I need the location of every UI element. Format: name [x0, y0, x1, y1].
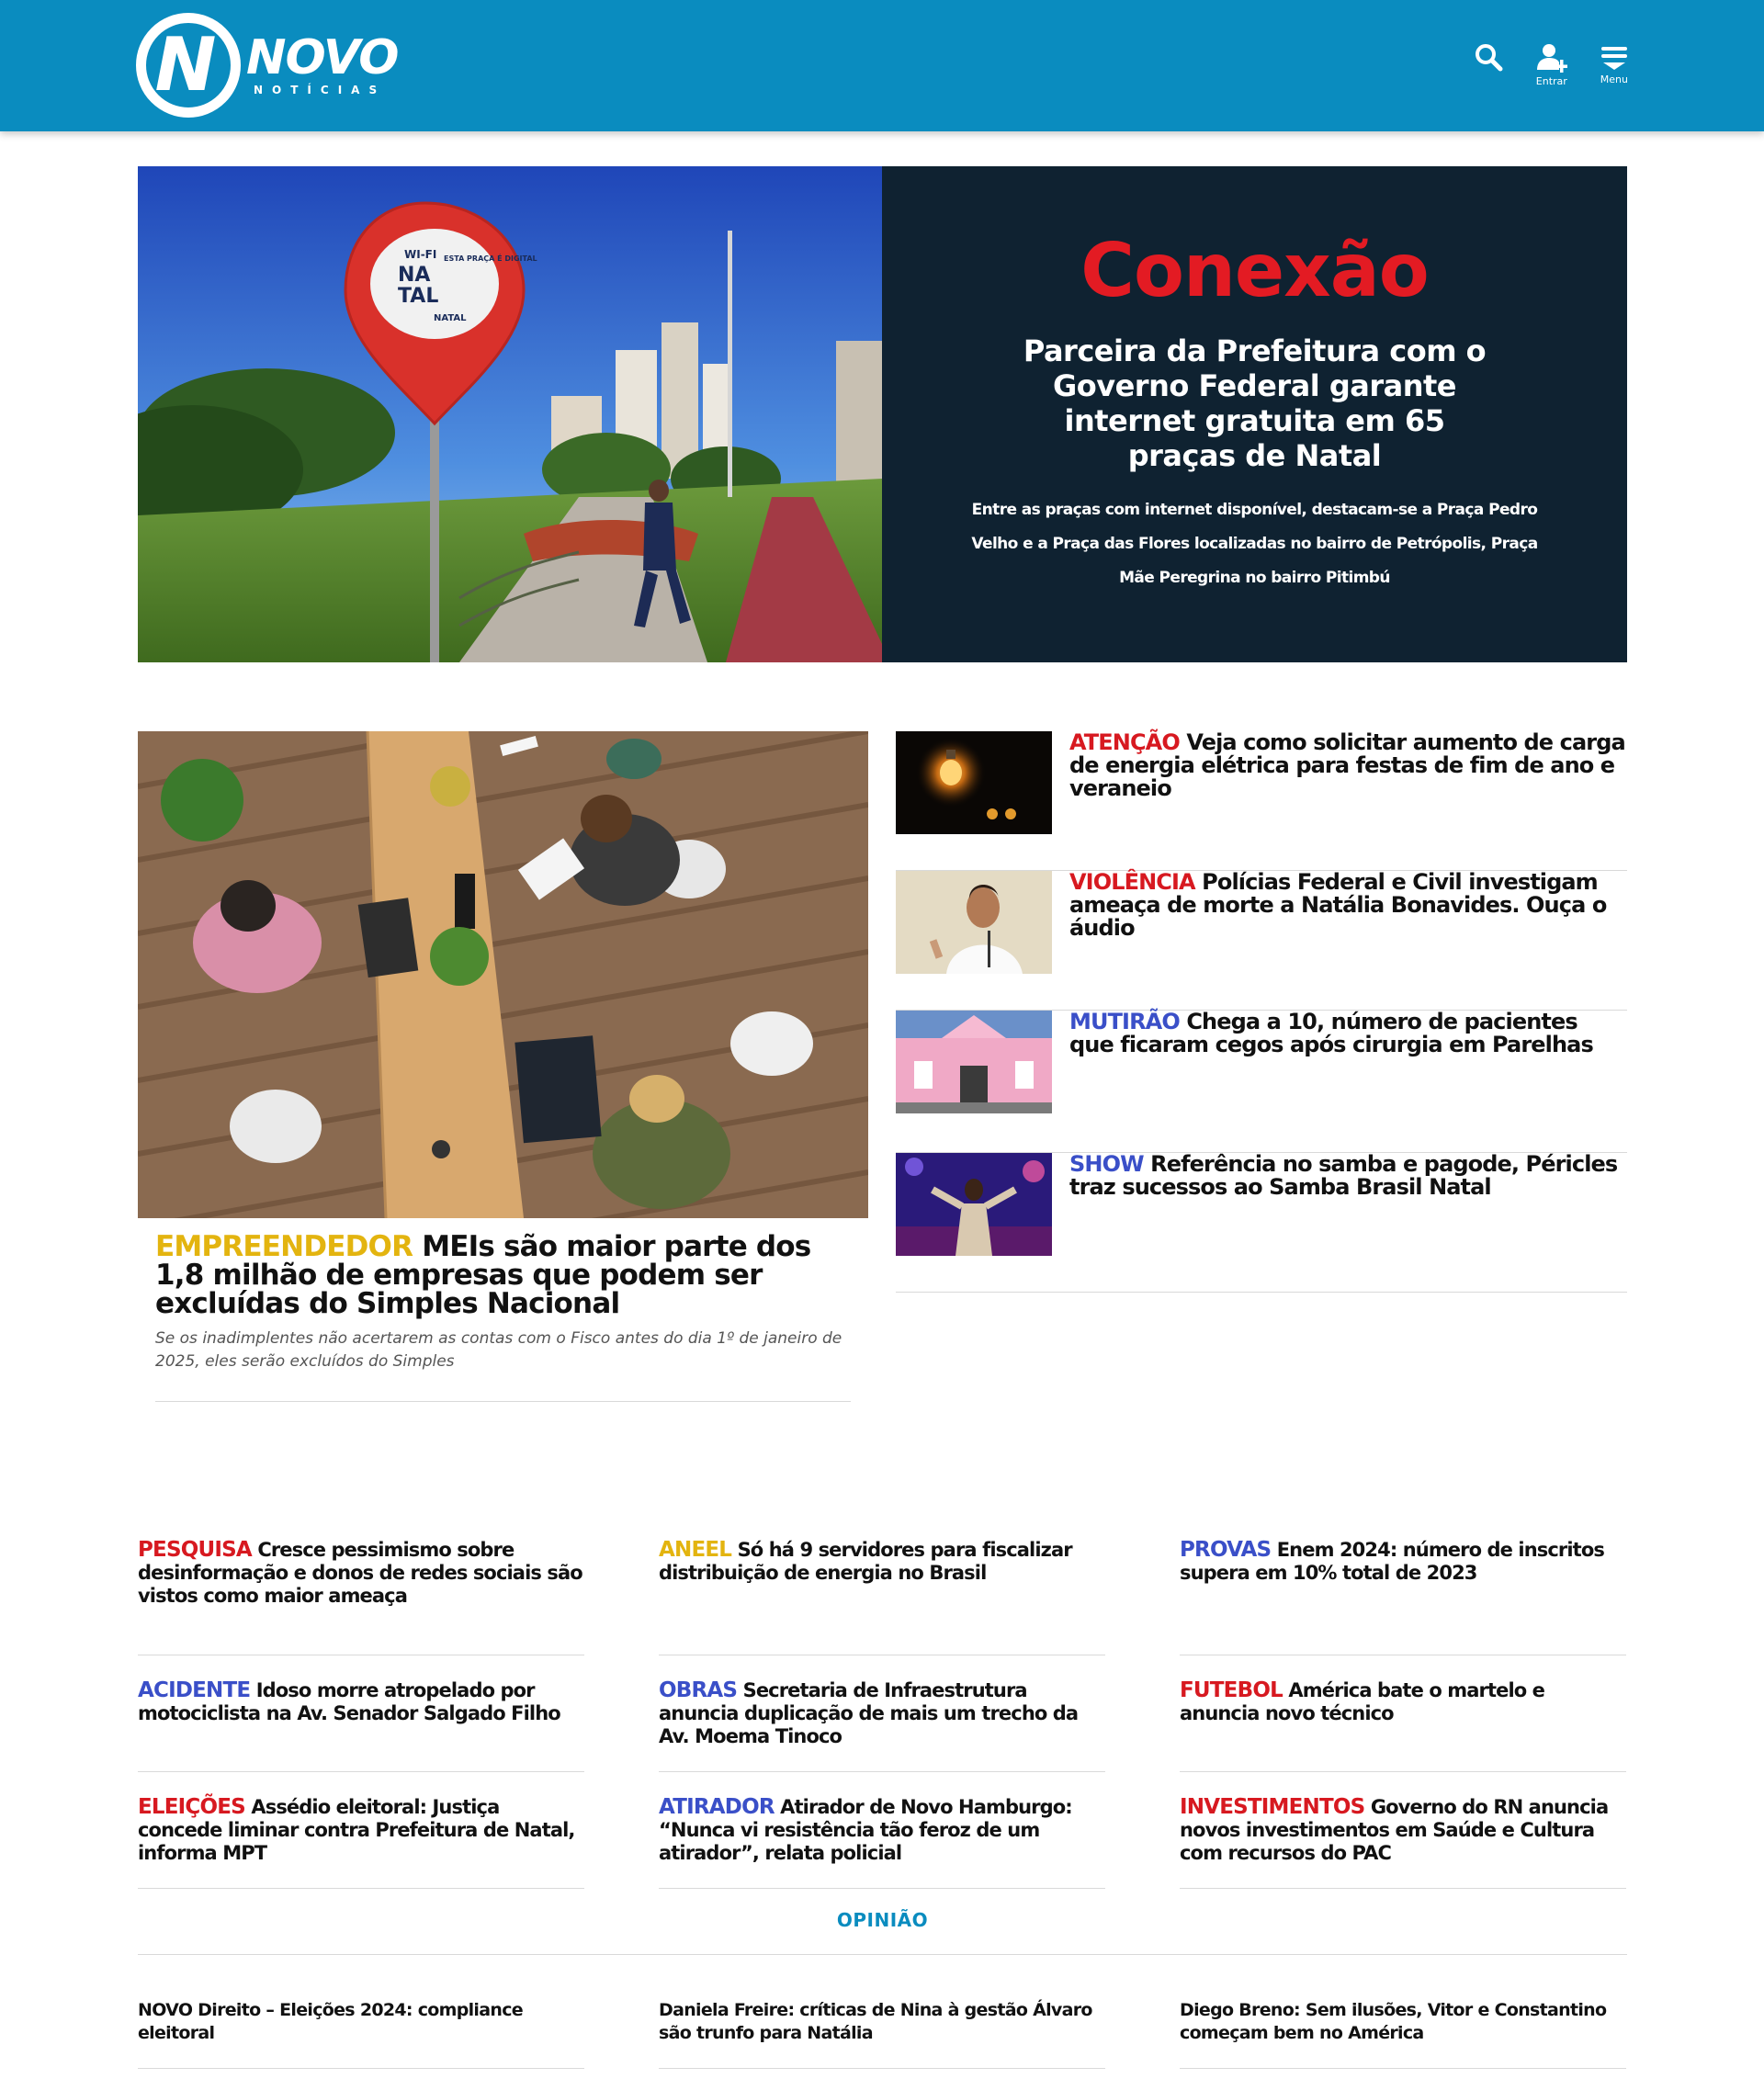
grid-news-item[interactable]: INVESTIMENTOS Governo do RN anuncia novo… — [1180, 1772, 1626, 1889]
hero-image: WI-FI NA TAL ESTA PRAÇA É DIGITAL NATAL — [138, 166, 882, 662]
list-item-headline: VIOLÊNCIA Polícias Federal e Civil inves… — [1069, 871, 1627, 1010]
logo-letter: N — [154, 22, 217, 107]
sign-text-5: NATAL — [434, 313, 467, 323]
opiniao-divider — [138, 1954, 1627, 1955]
hero-text-panel: Conexão Parceira da Prefeitura com o Gov… — [882, 166, 1627, 662]
list-item-kicker: SHOW — [1069, 1151, 1145, 1177]
grid-news-kicker: FUTEBOL — [1180, 1678, 1283, 1702]
add-user-icon — [1536, 44, 1567, 73]
sign-text-4: ESTA PRAÇA É DIGITAL — [444, 253, 537, 263]
login-button[interactable]: Entrar — [1536, 42, 1567, 87]
sign-text-2: NA — [398, 264, 430, 287]
menu-label: Menu — [1600, 73, 1628, 85]
search-icon — [1475, 44, 1503, 72]
featured-headline[interactable]: EMPREENDEDOR MEIs são maior parte dos 1,… — [155, 1233, 851, 1318]
grid-news-item[interactable]: ATIRADOR Atirador de Novo Hamburgo: “Nun… — [659, 1772, 1105, 1889]
list-item-headline: ATENÇÃO Veja como solicitar aumento de c… — [1069, 731, 1627, 870]
opiniao-list: NOVO Direito – Eleições 2024: compliance… — [138, 1999, 1627, 2069]
grid-news-item[interactable]: PROVAS Enem 2024: número de inscritos su… — [1180, 1539, 1626, 1655]
thumbnail — [896, 871, 1052, 974]
opiniao-item[interactable]: Diego Breno: Sem ilusões, Vitor e Consta… — [1180, 1999, 1626, 2069]
grid-news-item[interactable]: ANEEL Só há 9 servidores para fiscalizar… — [659, 1539, 1105, 1655]
site-header: N NOVO NOTÍCIAS Entrar Menu — [0, 0, 1764, 131]
sign-text-1: WI-FI — [404, 248, 436, 261]
news-grid: PESQUISA Cresce pessimismo sobre desinfo… — [138, 1539, 1627, 1889]
featured-article[interactable]: EMPREENDEDOR MEIs são maior parte dos 1,… — [138, 731, 868, 1402]
list-item[interactable]: SHOW Referência no samba e pagode, Péric… — [896, 1153, 1627, 1293]
opiniao-heading[interactable]: OPINIÃO — [138, 1909, 1627, 1931]
featured-description: Se os inadimplentes não acertarem as con… — [155, 1327, 851, 1402]
grid-news-kicker: ACIDENTE — [138, 1678, 251, 1702]
featured-body: EMPREENDEDOR MEIs são maior parte dos 1,… — [138, 1233, 868, 1402]
list-item-kicker: ATENÇÃO — [1069, 729, 1181, 755]
menu-icon — [1600, 47, 1627, 70]
list-item-headline: SHOW Referência no samba e pagode, Péric… — [1069, 1153, 1627, 1292]
lightbulb-photo — [896, 731, 1052, 834]
list-item[interactable]: ATENÇÃO Veja como solicitar aumento de c… — [896, 731, 1627, 871]
menu-button[interactable]: Menu — [1600, 42, 1628, 85]
hero-description: Entre as praças com internet disponível,… — [971, 501, 1538, 587]
hero-banner[interactable]: WI-FI NA TAL ESTA PRAÇA É DIGITAL NATAL … — [138, 166, 1627, 662]
thumbnail — [896, 1153, 1052, 1256]
list-item[interactable]: VIOLÊNCIA Polícias Federal e Civil inves… — [896, 871, 1627, 1011]
list-item-kicker: VIOLÊNCIA — [1069, 869, 1196, 895]
grid-news-kicker: PESQUISA — [138, 1538, 253, 1562]
concert-photo — [896, 1153, 1052, 1256]
building-photo — [896, 1011, 1052, 1113]
list-item-headline: MUTIRÃO Chega a 10, número de pacientes … — [1069, 1011, 1627, 1152]
thumbnail — [896, 731, 1052, 834]
thumbnail — [896, 1011, 1052, 1113]
logo-wordmark: NOVO NOTÍCIAS — [246, 30, 399, 96]
logo-word: NOVO — [246, 30, 399, 85]
featured-photo-illustration — [138, 731, 868, 1218]
hero-title[interactable]: Parceira da Prefeitura com o Governo Fed… — [1016, 333, 1494, 473]
list-item-kicker: MUTIRÃO — [1069, 1009, 1181, 1034]
speaker-photo — [896, 871, 1052, 974]
login-label: Entrar — [1535, 75, 1567, 87]
grid-news-kicker: OBRAS — [659, 1678, 738, 1702]
grid-news-kicker: PROVAS — [1180, 1538, 1272, 1562]
grid-news-kicker: INVESTIMENTOS — [1180, 1795, 1365, 1819]
list-item-title: Referência no samba e pagode, Péricles t… — [1069, 1151, 1618, 1200]
grid-news-item[interactable]: PESQUISA Cresce pessimismo sobre desinfo… — [138, 1539, 584, 1655]
opiniao-item[interactable]: Daniela Freire: críticas de Nina à gestã… — [659, 1999, 1105, 2069]
site-logo[interactable]: N NOVO NOTÍCIAS — [136, 13, 399, 118]
grid-news-kicker: ATIRADOR — [659, 1795, 775, 1819]
list-item[interactable]: MUTIRÃO Chega a 10, número de pacientes … — [896, 1011, 1627, 1153]
hero-kicker: Conexão — [1080, 228, 1429, 313]
logo-subtitle: NOTÍCIAS — [254, 84, 387, 96]
grid-news-kicker: ANEEL — [659, 1538, 732, 1562]
search-button[interactable] — [1474, 42, 1503, 72]
grid-news-item[interactable]: FUTEBOL América bate o martelo e anuncia… — [1180, 1655, 1626, 1772]
header-actions: Entrar Menu — [1474, 42, 1628, 87]
grid-news-kicker: ELEIÇÕES — [138, 1795, 246, 1819]
side-news-list: ATENÇÃO Veja como solicitar aumento de c… — [896, 731, 1627, 1293]
grid-news-item[interactable]: ELEIÇÕES Assédio eleitoral: Justiça conc… — [138, 1772, 584, 1889]
sign-text-3: TAL — [398, 285, 438, 308]
grid-news-item[interactable]: ACIDENTE Idoso morre atropelado por moto… — [138, 1655, 584, 1772]
featured-image — [138, 731, 868, 1218]
hero-photo-illustration: WI-FI NA TAL ESTA PRAÇA É DIGITAL NATAL — [138, 166, 882, 662]
opiniao-item[interactable]: NOVO Direito – Eleições 2024: compliance… — [138, 1999, 584, 2069]
grid-news-item[interactable]: OBRAS Secretaria de Infraestrutura anunc… — [659, 1655, 1105, 1772]
logo-mark: N — [136, 13, 241, 118]
